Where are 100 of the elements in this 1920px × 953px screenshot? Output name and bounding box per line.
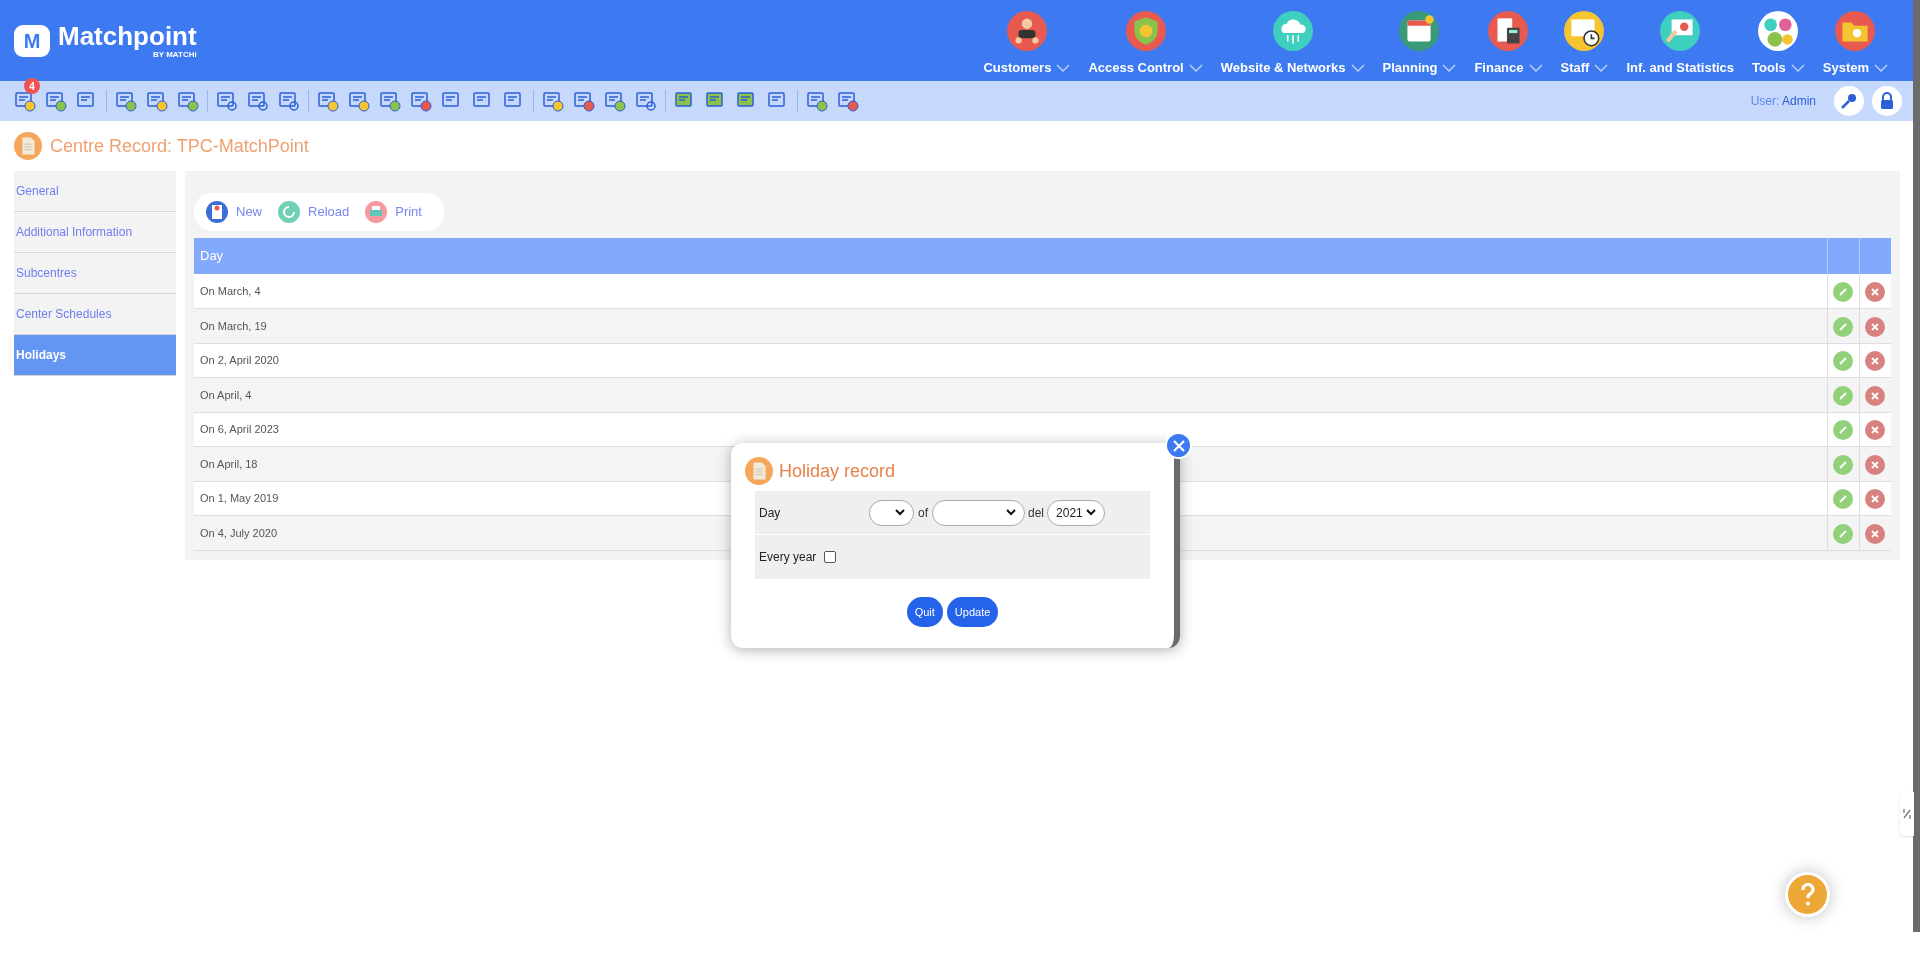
calculator-icon bbox=[1487, 9, 1530, 52]
side-tab-button[interactable] bbox=[1900, 792, 1914, 836]
lock-button[interactable] bbox=[1872, 86, 1902, 116]
clipboard-icon bbox=[206, 201, 228, 223]
chevron-down-icon bbox=[1006, 509, 1016, 516]
pencil-icon bbox=[1838, 356, 1848, 366]
field-label: Every year bbox=[759, 549, 817, 566]
table-cell: On March, 4 bbox=[200, 284, 261, 297]
toolbar-action-button[interactable]: Reload bbox=[278, 201, 350, 223]
delete-button[interactable] bbox=[1865, 281, 1886, 302]
edit-button[interactable] bbox=[1833, 454, 1853, 475]
toolbar-action-button[interactable]: Print bbox=[365, 201, 422, 223]
printer-icon bbox=[365, 201, 388, 223]
folder-icon bbox=[1834, 9, 1877, 52]
chevron-down-icon bbox=[1056, 63, 1071, 72]
pencil-icon bbox=[1838, 425, 1848, 435]
cloud-icon bbox=[1271, 9, 1314, 52]
chevron-down-icon bbox=[1442, 63, 1457, 72]
day-select[interactable] bbox=[869, 499, 914, 526]
table-cell: On 4, July 2020 bbox=[200, 526, 278, 539]
checkbox[interactable] bbox=[824, 551, 837, 563]
table-cell: On April, 4 bbox=[200, 388, 252, 401]
key-icon bbox=[1840, 92, 1858, 110]
edit-button[interactable] bbox=[1833, 489, 1853, 509]
nav-menu-item[interactable]: Staff bbox=[1558, 9, 1611, 78]
chevron-down-icon bbox=[1528, 63, 1543, 72]
close-icon bbox=[1870, 494, 1881, 504]
chevron-down-icon bbox=[1086, 509, 1097, 516]
pencil-icon bbox=[1838, 494, 1848, 504]
question-mark-icon bbox=[1799, 882, 1816, 907]
table-cell: On March, 19 bbox=[200, 319, 267, 332]
pencil-icon bbox=[1838, 459, 1848, 470]
nav-menu-item[interactable]: Customers bbox=[981, 9, 1073, 78]
toolbar-action-button[interactable]: New bbox=[206, 201, 262, 223]
close-icon bbox=[1870, 425, 1881, 435]
dialog-button[interactable]: Quit bbox=[906, 597, 943, 627]
table-cell: On April, 18 bbox=[200, 457, 258, 470]
year-select[interactable]: 2021 bbox=[1047, 499, 1106, 526]
sidebar-item[interactable]: General bbox=[14, 171, 176, 212]
clock-icon bbox=[1563, 9, 1606, 52]
nav-menu-item[interactable]: Planning bbox=[1380, 9, 1459, 78]
nav-menu-item[interactable]: Website & Networks bbox=[1218, 9, 1367, 78]
page-title: Centre Record: TPC-MatchPoint bbox=[50, 134, 309, 158]
month-select[interactable] bbox=[932, 499, 1025, 526]
field-label: Day bbox=[759, 504, 782, 522]
close-icon bbox=[1870, 459, 1881, 470]
delete-button[interactable] bbox=[1865, 420, 1886, 440]
chevron-down-icon bbox=[1188, 63, 1203, 72]
delete-button[interactable] bbox=[1865, 316, 1886, 337]
sidebar-item[interactable]: Center Schedules bbox=[14, 294, 176, 335]
edit-button[interactable] bbox=[1833, 351, 1853, 371]
pencil-icon bbox=[1838, 528, 1848, 539]
close-icon bbox=[1870, 528, 1881, 539]
lock-icon bbox=[1879, 92, 1895, 110]
nav-menu-item[interactable]: Tools bbox=[1750, 9, 1807, 78]
dialog-title: Holiday record bbox=[779, 459, 896, 483]
pencil-icon bbox=[1838, 390, 1848, 401]
dialog-button[interactable]: Update bbox=[946, 597, 999, 627]
split-icon bbox=[1903, 806, 1911, 822]
edit-button[interactable] bbox=[1833, 385, 1853, 406]
delete-button[interactable] bbox=[1865, 523, 1886, 544]
nav-menu-item[interactable]: Inf. and Statistics bbox=[1624, 9, 1737, 78]
sidebar-item[interactable]: Subcentres bbox=[14, 253, 176, 294]
chevron-down-icon bbox=[1594, 63, 1609, 72]
sidebar-item[interactable]: Additional Information bbox=[14, 212, 176, 253]
key-button[interactable] bbox=[1834, 86, 1864, 116]
nav-menu-item[interactable]: Finance bbox=[1472, 9, 1545, 78]
chart-icon bbox=[1659, 9, 1702, 52]
help-button[interactable] bbox=[1785, 872, 1830, 917]
edit-button[interactable] bbox=[1833, 316, 1853, 337]
nav-menu-item[interactable]: System bbox=[1820, 9, 1890, 78]
logo-text: Matchpoint bbox=[58, 22, 197, 49]
edit-button[interactable] bbox=[1833, 420, 1853, 440]
close-icon bbox=[1870, 286, 1881, 297]
table-cell: On 1, May 2019 bbox=[200, 492, 279, 504]
close-icon bbox=[1172, 439, 1185, 452]
field-label: of bbox=[918, 504, 928, 522]
pencil-icon bbox=[1838, 321, 1848, 332]
logo-icon: M bbox=[14, 24, 50, 57]
sidebar-item[interactable]: Holidays bbox=[14, 335, 176, 376]
people-icon bbox=[1005, 9, 1048, 52]
reload-icon bbox=[278, 201, 300, 223]
notification-badge: 4 bbox=[24, 78, 40, 94]
delete-button[interactable] bbox=[1865, 351, 1886, 371]
edit-button[interactable] bbox=[1833, 523, 1853, 544]
chevron-down-icon bbox=[895, 509, 905, 516]
chevron-down-icon bbox=[1874, 63, 1888, 72]
chevron-down-icon bbox=[1790, 63, 1805, 72]
chevron-down-icon bbox=[1350, 63, 1365, 72]
table-cell: On 6, April 2023 bbox=[200, 423, 279, 435]
edit-button[interactable] bbox=[1833, 281, 1853, 302]
delete-button[interactable] bbox=[1865, 489, 1886, 509]
close-icon bbox=[1870, 356, 1881, 366]
close-icon bbox=[1870, 321, 1881, 332]
delete-button[interactable] bbox=[1865, 454, 1886, 475]
table-cell: On 2, April 2020 bbox=[200, 354, 279, 366]
delete-button[interactable] bbox=[1865, 385, 1886, 406]
field-label: del bbox=[1028, 504, 1045, 522]
logo-subtitle: BY MATCHi bbox=[152, 50, 197, 59]
nav-menu-item[interactable]: Access Control bbox=[1086, 9, 1205, 78]
